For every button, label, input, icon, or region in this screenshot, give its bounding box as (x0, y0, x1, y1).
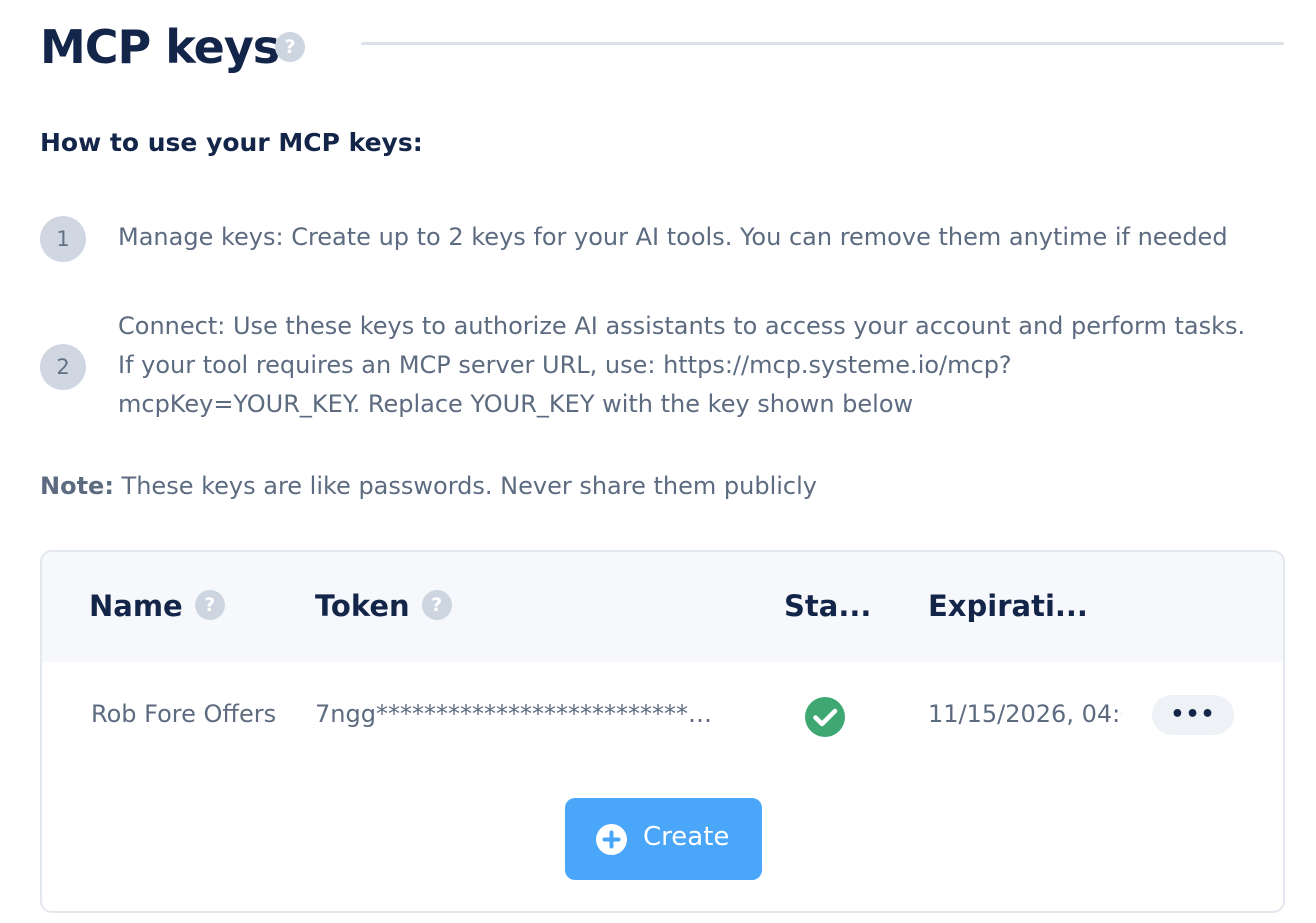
step-text-line: Manage keys: Create up to 2 keys for you… (118, 223, 1228, 251)
page-header: MCP keys ? (40, 12, 1284, 78)
step-text-line: mcpKey=YOUR_KEY. Replace YOUR_KEY with t… (118, 390, 914, 418)
step-text-line: Connect: Use these keys to authorize AI … (118, 312, 1246, 340)
question-mark-icon[interactable]: ? (194, 590, 225, 620)
step-number-badge: 2 (40, 344, 86, 390)
key-name-cell: Rob Fore Offers (91, 700, 277, 728)
column-header-label: Sta... (784, 589, 872, 623)
column-header-label: Expirati... (928, 589, 1088, 623)
instruction-step-2: 2 Connect: Use these keys to authorize A… (40, 304, 1290, 434)
note-text: These keys are like passwords. Never sha… (113, 472, 817, 500)
step-text-line: If your tool requires an MCP server URL,… (118, 351, 1012, 379)
create-button-label: Create (643, 822, 730, 852)
column-header-token[interactable]: Token? (315, 589, 452, 623)
question-mark-icon[interactable]: ? (275, 32, 305, 62)
header-divider (361, 42, 1284, 45)
instructions-heading: How to use your MCP keys: (40, 128, 423, 157)
expiration-cell: 11/15/2026, 04:0 (928, 700, 1122, 728)
table-row: Rob Fore Offers 7ngg********************… (42, 662, 1283, 770)
table-header: Name? Token? Sta... Expirati... (42, 552, 1283, 662)
column-header-label: Name (89, 589, 183, 623)
step-number-badge: 1 (40, 216, 86, 262)
note-label: Note: (40, 472, 114, 500)
plus-circle-icon (596, 824, 627, 855)
check-circle-icon (805, 697, 845, 737)
column-header-label: Token (315, 589, 410, 623)
question-mark-icon[interactable]: ? (421, 590, 452, 620)
key-token-cell: 7ngg*****************************... (315, 700, 720, 728)
page-title: MCP keys (40, 20, 280, 74)
column-header-expiration[interactable]: Expirati... (928, 589, 1088, 623)
instruction-step-1: 1 Manage keys: Create up to 2 keys for y… (40, 214, 1290, 264)
mcp-keys-table: Name? Token? Sta... Expirati... Rob Fore… (40, 550, 1285, 913)
security-note: Note: These keys are like passwords. Nev… (40, 472, 817, 500)
create-key-button[interactable]: Create (565, 798, 762, 880)
step-text: Manage keys: Create up to 2 keys for you… (118, 218, 1228, 257)
column-header-name[interactable]: Name? (89, 589, 225, 623)
row-actions-button[interactable]: ••• (1152, 695, 1234, 735)
step-text: Connect: Use these keys to authorize AI … (118, 307, 1245, 424)
column-header-status[interactable]: Sta... (784, 589, 871, 623)
